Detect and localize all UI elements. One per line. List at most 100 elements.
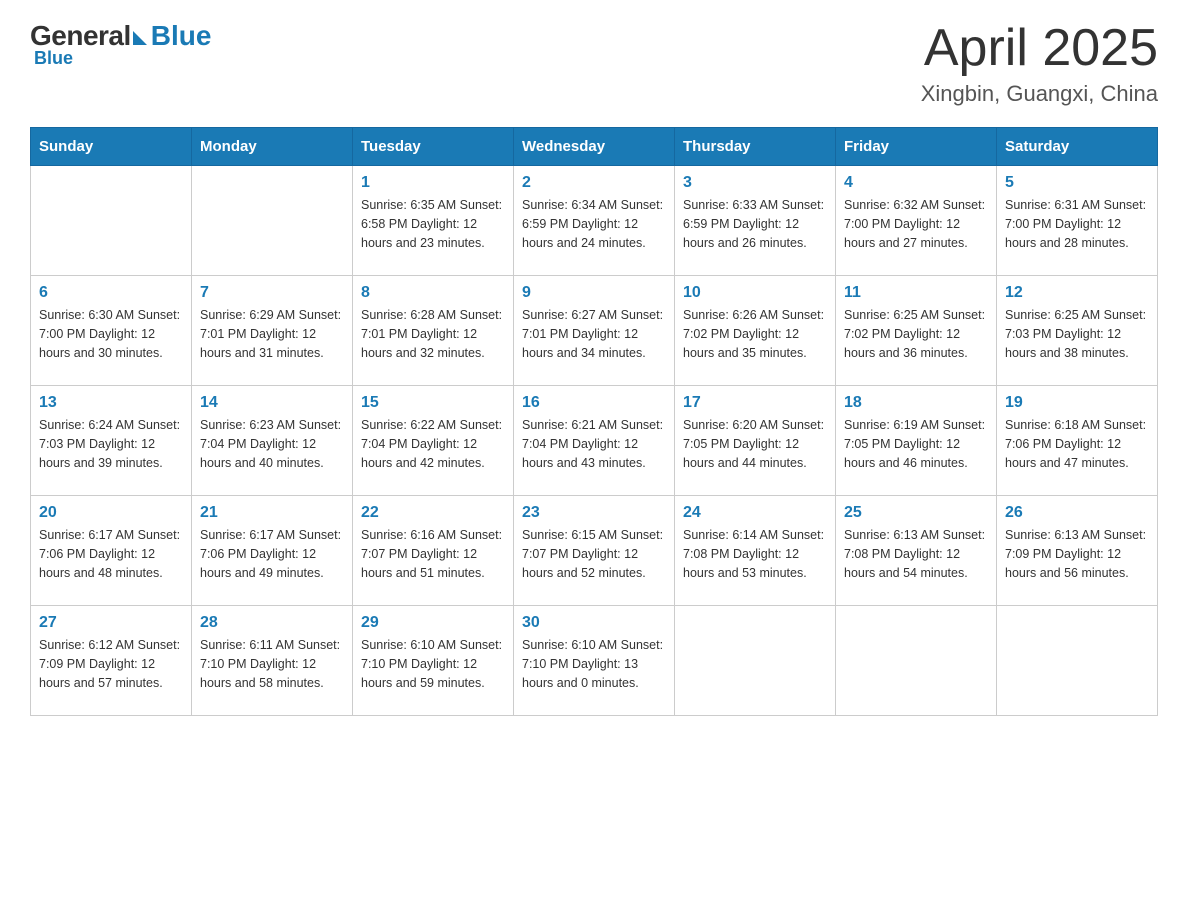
day-number: 17 bbox=[683, 394, 827, 412]
calendar-week-row: 1 Sunrise: 6:35 AM Sunset: 6:58 PM Daylig… bbox=[31, 166, 1158, 276]
table-row bbox=[836, 606, 997, 716]
day-number: 22 bbox=[361, 504, 505, 522]
day-number: 9 bbox=[522, 284, 666, 302]
day-info: Sunrise: 6:29 AM Sunset: 7:01 PM Dayligh… bbox=[200, 306, 344, 362]
calendar-week-row: 27 Sunrise: 6:12 AM Sunset: 7:09 PM Dayli… bbox=[31, 606, 1158, 716]
table-row: 13 Sunrise: 6:24 AM Sunset: 7:03 PM Dayli… bbox=[31, 386, 192, 496]
table-row bbox=[675, 606, 836, 716]
table-row: 24 Sunrise: 6:14 AM Sunset: 7:08 PM Dayli… bbox=[675, 496, 836, 606]
day-number: 26 bbox=[1005, 504, 1149, 522]
day-number: 21 bbox=[200, 504, 344, 522]
table-row: 14 Sunrise: 6:23 AM Sunset: 7:04 PM Dayli… bbox=[192, 386, 353, 496]
day-info: Sunrise: 6:27 AM Sunset: 7:01 PM Dayligh… bbox=[522, 306, 666, 362]
day-info: Sunrise: 6:12 AM Sunset: 7:09 PM Dayligh… bbox=[39, 636, 183, 692]
day-info: Sunrise: 6:34 AM Sunset: 6:59 PM Dayligh… bbox=[522, 196, 666, 252]
day-info: Sunrise: 6:35 AM Sunset: 6:58 PM Dayligh… bbox=[361, 196, 505, 252]
day-info: Sunrise: 6:14 AM Sunset: 7:08 PM Dayligh… bbox=[683, 526, 827, 582]
day-info: Sunrise: 6:10 AM Sunset: 7:10 PM Dayligh… bbox=[522, 636, 666, 692]
day-info: Sunrise: 6:10 AM Sunset: 7:10 PM Dayligh… bbox=[361, 636, 505, 692]
day-number: 6 bbox=[39, 284, 183, 302]
day-number: 12 bbox=[1005, 284, 1149, 302]
logo-arrow-icon bbox=[133, 31, 147, 45]
table-row: 4 Sunrise: 6:32 AM Sunset: 7:00 PM Daylig… bbox=[836, 166, 997, 276]
table-row: 2Sunrise: 6:34 AM Sunset: 6:59 PM Daylig… bbox=[514, 166, 675, 276]
day-info: Sunrise: 6:18 AM Sunset: 7:06 PM Dayligh… bbox=[1005, 416, 1149, 472]
calendar-header: Sunday Monday Tuesday Wednesday Thursday… bbox=[31, 128, 1158, 166]
table-row: 9 Sunrise: 6:27 AM Sunset: 7:01 PM Daylig… bbox=[514, 276, 675, 386]
day-number: 7 bbox=[200, 284, 344, 302]
day-number: 20 bbox=[39, 504, 183, 522]
table-row: 6 Sunrise: 6:30 AM Sunset: 7:00 PM Daylig… bbox=[31, 276, 192, 386]
calendar-week-row: 20 Sunrise: 6:17 AM Sunset: 7:06 PM Dayli… bbox=[31, 496, 1158, 606]
table-row: 3 Sunrise: 6:33 AM Sunset: 6:59 PM Daylig… bbox=[675, 166, 836, 276]
day-number: 30 bbox=[522, 614, 666, 632]
day-number: 3 bbox=[683, 174, 827, 192]
page-header: General Blue Blue April 2025 Xingbin, Gu… bbox=[30, 20, 1158, 107]
day-number: 10 bbox=[683, 284, 827, 302]
day-info: Sunrise: 6:23 AM Sunset: 7:04 PM Dayligh… bbox=[200, 416, 344, 472]
day-number: 23 bbox=[522, 504, 666, 522]
table-row: 10 Sunrise: 6:26 AM Sunset: 7:02 PM Dayli… bbox=[675, 276, 836, 386]
calendar-table: Sunday Monday Tuesday Wednesday Thursday… bbox=[30, 127, 1158, 716]
day-info: Sunrise: 6:13 AM Sunset: 7:09 PM Dayligh… bbox=[1005, 526, 1149, 582]
day-number: 24 bbox=[683, 504, 827, 522]
day-number: 5 bbox=[1005, 174, 1149, 192]
table-row: 21 Sunrise: 6:17 AM Sunset: 7:06 PM Dayli… bbox=[192, 496, 353, 606]
table-row: 26 Sunrise: 6:13 AM Sunset: 7:09 PM Dayli… bbox=[997, 496, 1158, 606]
day-info: Sunrise: 6:22 AM Sunset: 7:04 PM Dayligh… bbox=[361, 416, 505, 472]
table-row: 25 Sunrise: 6:13 AM Sunset: 7:08 PM Dayli… bbox=[836, 496, 997, 606]
col-thursday: Thursday bbox=[675, 128, 836, 166]
table-row: 8Sunrise: 6:28 AM Sunset: 7:01 PM Daylig… bbox=[353, 276, 514, 386]
day-info: Sunrise: 6:17 AM Sunset: 7:06 PM Dayligh… bbox=[200, 526, 344, 582]
day-number: 4 bbox=[844, 174, 988, 192]
day-number: 15 bbox=[361, 394, 505, 412]
table-row: 22 Sunrise: 6:16 AM Sunset: 7:07 PM Dayli… bbox=[353, 496, 514, 606]
day-number: 19 bbox=[1005, 394, 1149, 412]
logo-tagline: Blue bbox=[32, 48, 73, 69]
day-number: 1 bbox=[361, 174, 505, 192]
day-info: Sunrise: 6:11 AM Sunset: 7:10 PM Dayligh… bbox=[200, 636, 344, 692]
table-row: 19 Sunrise: 6:18 AM Sunset: 7:06 PM Dayli… bbox=[997, 386, 1158, 496]
location: Xingbin, Guangxi, China bbox=[921, 81, 1158, 107]
day-number: 29 bbox=[361, 614, 505, 632]
table-row: 29 Sunrise: 6:10 AM Sunset: 7:10 PM Dayli… bbox=[353, 606, 514, 716]
day-info: Sunrise: 6:21 AM Sunset: 7:04 PM Dayligh… bbox=[522, 416, 666, 472]
day-number: 11 bbox=[844, 284, 988, 302]
table-row: 7 Sunrise: 6:29 AM Sunset: 7:01 PM Daylig… bbox=[192, 276, 353, 386]
day-number: 28 bbox=[200, 614, 344, 632]
day-info: Sunrise: 6:26 AM Sunset: 7:02 PM Dayligh… bbox=[683, 306, 827, 362]
day-number: 13 bbox=[39, 394, 183, 412]
day-number: 18 bbox=[844, 394, 988, 412]
logo: General Blue Blue bbox=[30, 20, 211, 69]
col-monday: Monday bbox=[192, 128, 353, 166]
calendar-week-row: 13 Sunrise: 6:24 AM Sunset: 7:03 PM Dayli… bbox=[31, 386, 1158, 496]
table-row bbox=[997, 606, 1158, 716]
table-row: 30 Sunrise: 6:10 AM Sunset: 7:10 PM Dayli… bbox=[514, 606, 675, 716]
table-row: 23 Sunrise: 6:15 AM Sunset: 7:07 PM Dayli… bbox=[514, 496, 675, 606]
day-info: Sunrise: 6:32 AM Sunset: 7:00 PM Dayligh… bbox=[844, 196, 988, 252]
day-number: 8 bbox=[361, 284, 505, 302]
day-number: 27 bbox=[39, 614, 183, 632]
table-row: 15 Sunrise: 6:22 AM Sunset: 7:04 PM Dayli… bbox=[353, 386, 514, 496]
day-info: Sunrise: 6:17 AM Sunset: 7:06 PM Dayligh… bbox=[39, 526, 183, 582]
day-info: Sunrise: 6:13 AM Sunset: 7:08 PM Dayligh… bbox=[844, 526, 988, 582]
day-info: Sunrise: 6:30 AM Sunset: 7:00 PM Dayligh… bbox=[39, 306, 183, 362]
col-tuesday: Tuesday bbox=[353, 128, 514, 166]
month-title: April 2025 bbox=[921, 20, 1158, 77]
table-row: 20 Sunrise: 6:17 AM Sunset: 7:06 PM Dayli… bbox=[31, 496, 192, 606]
day-info: Sunrise: 6:24 AM Sunset: 7:03 PM Dayligh… bbox=[39, 416, 183, 472]
table-row: 28 Sunrise: 6:11 AM Sunset: 7:10 PM Dayli… bbox=[192, 606, 353, 716]
day-info: Sunrise: 6:16 AM Sunset: 7:07 PM Dayligh… bbox=[361, 526, 505, 582]
day-info: Sunrise: 6:20 AM Sunset: 7:05 PM Dayligh… bbox=[683, 416, 827, 472]
day-info: Sunrise: 6:15 AM Sunset: 7:07 PM Dayligh… bbox=[522, 526, 666, 582]
day-info: Sunrise: 6:33 AM Sunset: 6:59 PM Dayligh… bbox=[683, 196, 827, 252]
table-row: 12Sunrise: 6:25 AM Sunset: 7:03 PM Dayli… bbox=[997, 276, 1158, 386]
day-number: 14 bbox=[200, 394, 344, 412]
day-number: 25 bbox=[844, 504, 988, 522]
table-row bbox=[31, 166, 192, 276]
col-wednesday: Wednesday bbox=[514, 128, 675, 166]
calendar-header-row: Sunday Monday Tuesday Wednesday Thursday… bbox=[31, 128, 1158, 166]
col-sunday: Sunday bbox=[31, 128, 192, 166]
table-row: 17 Sunrise: 6:20 AM Sunset: 7:05 PM Dayli… bbox=[675, 386, 836, 496]
table-row: 27 Sunrise: 6:12 AM Sunset: 7:09 PM Dayli… bbox=[31, 606, 192, 716]
